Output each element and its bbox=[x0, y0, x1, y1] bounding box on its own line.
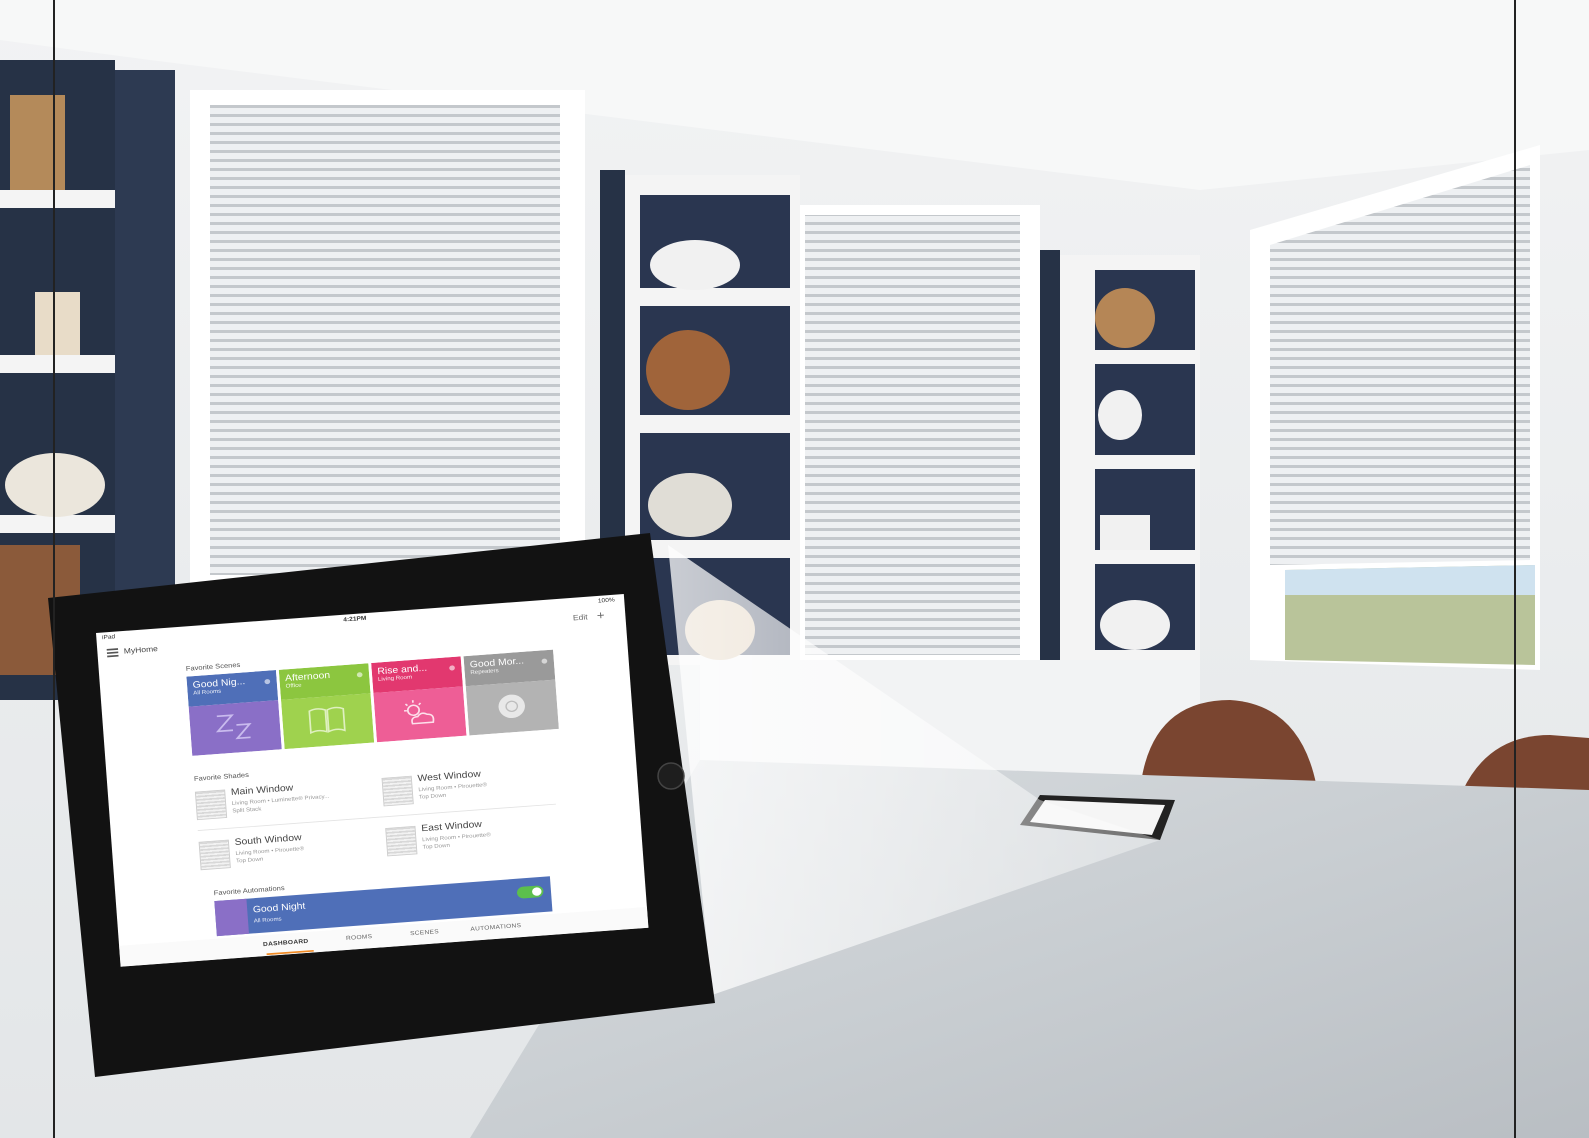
favorite-automations-title: Favorite Automations bbox=[213, 884, 285, 897]
scene-card-good-morning[interactable]: Good Mor... Repeaters bbox=[463, 649, 559, 736]
favorite-scenes-title: Favorite Scenes bbox=[185, 660, 241, 673]
edit-button[interactable]: Edit bbox=[573, 613, 588, 622]
book-icon bbox=[308, 706, 346, 735]
sleep-zz-icon bbox=[215, 714, 252, 740]
scene-card-body bbox=[465, 679, 559, 736]
shade-thumbnail bbox=[381, 775, 414, 807]
tab-scenes[interactable]: SCENES bbox=[410, 929, 439, 937]
shade-thumbnail bbox=[385, 825, 418, 857]
add-button[interactable]: + bbox=[596, 608, 605, 622]
battery-level: 100% bbox=[597, 597, 615, 605]
room-photo-background bbox=[0, 0, 1589, 1138]
repeater-icon bbox=[498, 694, 525, 719]
tab-rooms[interactable]: ROOMS bbox=[346, 934, 373, 942]
sleep-zz-icon bbox=[214, 898, 249, 937]
scene-card-body bbox=[373, 686, 467, 743]
home-name: MyHome bbox=[123, 644, 159, 656]
toggle-knob bbox=[531, 887, 542, 897]
clock: 4:21PM bbox=[343, 615, 367, 624]
shade-thumbnail bbox=[198, 839, 231, 871]
hamburger-menu-icon[interactable] bbox=[106, 648, 119, 657]
scene-card-good-night[interactable]: Good Nig... All Rooms bbox=[186, 670, 282, 756]
frame-line-left bbox=[53, 0, 55, 1138]
shade-west-window[interactable]: West Window Living Room • Pirouette® Top … bbox=[381, 760, 563, 812]
tab-automations[interactable]: AUTOMATIONS bbox=[470, 923, 521, 933]
shade-south-window[interactable]: South Window Living Room • Pirouette® Top… bbox=[198, 824, 380, 876]
tab-dashboard[interactable]: DASHBOARD bbox=[263, 939, 309, 948]
tablet-screen: iPad 4:21PM 100% MyHome Edit + Favorite … bbox=[96, 594, 649, 967]
automation-name: Good Night bbox=[252, 901, 306, 915]
shade-east-window[interactable]: East Window Living Room • Pirouette® Top … bbox=[385, 810, 567, 862]
shade-thumbnail bbox=[194, 789, 228, 821]
scene-card-body bbox=[280, 693, 375, 750]
scene-card-afternoon[interactable]: Afternoon Office bbox=[278, 663, 375, 750]
scene-card-rise-and-shine[interactable]: Rise and... Living Room bbox=[371, 656, 467, 743]
favorite-shades-title: Favorite Shades bbox=[193, 771, 250, 783]
scene-card-body bbox=[188, 700, 282, 756]
automation-room: All Rooms bbox=[253, 916, 282, 925]
carrier-label: iPad bbox=[101, 634, 116, 641]
automation-toggle[interactable] bbox=[516, 885, 544, 899]
sun-cloud-icon bbox=[403, 700, 435, 725]
shade-main-window[interactable]: Main Window Living Room • Luminette® Pri… bbox=[194, 774, 377, 826]
frame-line-right bbox=[1514, 0, 1516, 1138]
